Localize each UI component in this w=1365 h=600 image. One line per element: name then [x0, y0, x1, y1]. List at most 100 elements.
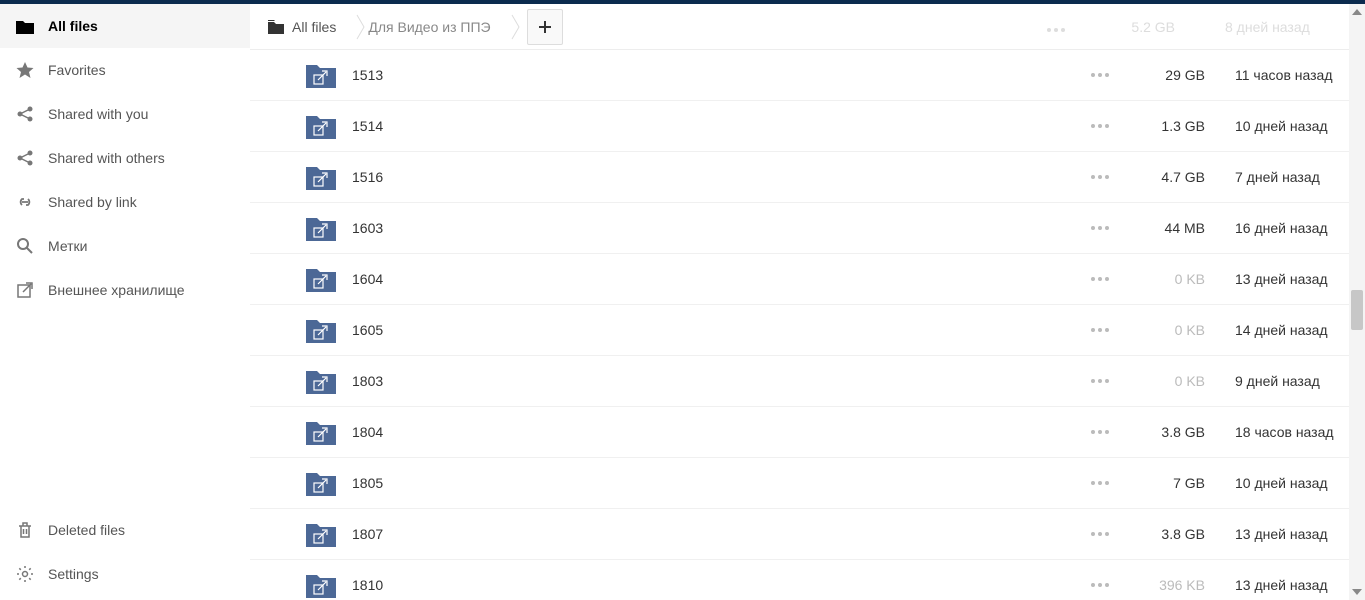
file-name[interactable]: 1810 [352, 577, 1085, 593]
file-name[interactable]: 1805 [352, 475, 1085, 491]
more-icon[interactable] [1085, 379, 1115, 383]
chevron-right-icon [511, 13, 521, 41]
file-time: 13 дней назад [1215, 526, 1365, 542]
file-time: 13 дней назад [1215, 271, 1365, 287]
file-size: 4.7 GB [1115, 169, 1215, 185]
more-icon[interactable] [1085, 532, 1115, 536]
file-time: 10 дней назад [1215, 118, 1365, 134]
sidebar-item-label: Shared by link [48, 194, 137, 210]
scrollbar[interactable] [1349, 4, 1365, 600]
more-icon[interactable] [1085, 481, 1115, 485]
table-row[interactable]: 18057 GB10 дней назад [250, 458, 1365, 509]
gear-icon [14, 565, 36, 583]
table-row[interactable]: 18043.8 GB18 часов назад [250, 407, 1365, 458]
more-icon[interactable] [1085, 175, 1115, 179]
sidebar-item-1[interactable]: Favorites [0, 48, 250, 92]
file-size: 0 KB [1115, 271, 1215, 287]
folder-icon [14, 18, 36, 34]
folder-shared-icon [306, 113, 336, 139]
file-name[interactable]: 1803 [352, 373, 1085, 389]
breadcrumb: All files Для Видео из ППЭ 5.2 GB 8 дней… [250, 4, 1365, 50]
sidebar-item-6[interactable]: Внешнее хранилище [0, 268, 250, 312]
sidebar-item-label: Shared with you [48, 106, 148, 122]
sidebar-item-label: Внешнее хранилище [48, 282, 185, 298]
folder-shared-icon [306, 164, 336, 190]
sidebar-footer-item-1[interactable]: Settings [0, 552, 250, 596]
breadcrumb-root[interactable]: All files [268, 19, 354, 35]
table-row[interactable]: 1604 0 KB13 дней назад [250, 254, 1365, 305]
file-list: 1513 29 GB11 часов назад 1514 1.3 GB10 дней… [250, 50, 1365, 600]
table-row[interactable]: 18073.8 GB13 дней назад [250, 509, 1365, 560]
scroll-track[interactable] [1349, 20, 1365, 584]
file-time: 18 часов назад [1215, 424, 1365, 440]
more-icon[interactable] [1085, 226, 1115, 230]
table-row[interactable]: 1514 1.3 GB10 дней назад [250, 101, 1365, 152]
sidebar-item-label: Favorites [48, 62, 106, 78]
more-icon[interactable] [1085, 277, 1115, 281]
more-icon[interactable] [1047, 19, 1065, 35]
folder-shared-icon [306, 215, 336, 241]
sidebar-footer-label: Settings [48, 566, 99, 582]
table-row[interactable]: 1513 29 GB11 часов назад [250, 50, 1365, 101]
table-row[interactable]: 1803 0 KB9 дней назад [250, 356, 1365, 407]
more-icon[interactable] [1085, 73, 1115, 77]
chevron-right-icon [356, 13, 366, 41]
header-time: 8 дней назад [1225, 19, 1345, 35]
search-icon [14, 237, 36, 255]
file-size: 1.3 GB [1115, 118, 1215, 134]
breadcrumb-current-label: Для Видео из ППЭ [368, 19, 490, 35]
more-icon[interactable] [1085, 328, 1115, 332]
sidebar-item-5[interactable]: Метки [0, 224, 250, 268]
sidebar-footer-label: Deleted files [48, 522, 125, 538]
folder-shared-icon [306, 317, 336, 343]
file-size: 396 KB [1115, 577, 1215, 593]
breadcrumb-root-label: All files [292, 19, 336, 35]
file-size: 0 KB [1115, 373, 1215, 389]
file-name[interactable]: 1516 [352, 169, 1085, 185]
scroll-up-icon[interactable] [1352, 4, 1362, 20]
sidebar-footer-item-0[interactable]: Deleted files [0, 508, 250, 552]
header-size: 5.2 GB [1115, 19, 1175, 35]
star-icon [14, 61, 36, 79]
file-time: 7 дней назад [1215, 169, 1365, 185]
table-row[interactable]: 160344 MB16 дней назад [250, 203, 1365, 254]
file-time: 9 дней назад [1215, 373, 1365, 389]
more-icon[interactable] [1085, 430, 1115, 434]
nav-primary: All files Favorites Shared with you Shared … [0, 4, 250, 508]
sidebar: All files Favorites Shared with you Shared … [0, 4, 250, 600]
file-name[interactable]: 1514 [352, 118, 1085, 134]
link-icon [14, 193, 36, 211]
file-name[interactable]: 1807 [352, 526, 1085, 542]
file-name[interactable]: 1603 [352, 220, 1085, 236]
file-size: 29 GB [1115, 67, 1215, 83]
folder-shared-icon [306, 419, 336, 445]
more-icon[interactable] [1085, 124, 1115, 128]
breadcrumb-meta: 5.2 GB 8 дней назад [1047, 19, 1365, 35]
sidebar-item-0[interactable]: All files [0, 4, 250, 48]
add-button[interactable] [527, 9, 563, 45]
folder-shared-icon [306, 368, 336, 394]
folder-shared-icon [306, 266, 336, 292]
sidebar-item-4[interactable]: Shared by link [0, 180, 250, 224]
file-name[interactable]: 1604 [352, 271, 1085, 287]
file-name[interactable]: 1513 [352, 67, 1085, 83]
file-size: 0 KB [1115, 322, 1215, 338]
file-time: 11 часов назад [1215, 67, 1365, 83]
table-row[interactable]: 1810396 KB13 дней назад [250, 560, 1365, 600]
table-row[interactable]: 16050 KB14 дней назад [250, 305, 1365, 356]
sidebar-item-3[interactable]: Shared with others [0, 136, 250, 180]
file-time: 16 дней назад [1215, 220, 1365, 236]
breadcrumb-current[interactable]: Для Видео из ППЭ [368, 19, 508, 35]
file-name[interactable]: 1804 [352, 424, 1085, 440]
folder-shared-icon [306, 572, 336, 598]
file-name[interactable]: 1605 [352, 322, 1085, 338]
sidebar-footer: Deleted files Settings [0, 508, 250, 596]
scroll-thumb[interactable] [1351, 290, 1363, 330]
folder-shared-icon [306, 470, 336, 496]
folder-shared-icon [306, 62, 336, 88]
more-icon[interactable] [1085, 583, 1115, 587]
table-row[interactable]: 1516 4.7 GB7 дней назад [250, 152, 1365, 203]
scroll-down-icon[interactable] [1352, 584, 1362, 600]
sidebar-item-2[interactable]: Shared with you [0, 92, 250, 136]
sidebar-item-label: Shared with others [48, 150, 165, 166]
